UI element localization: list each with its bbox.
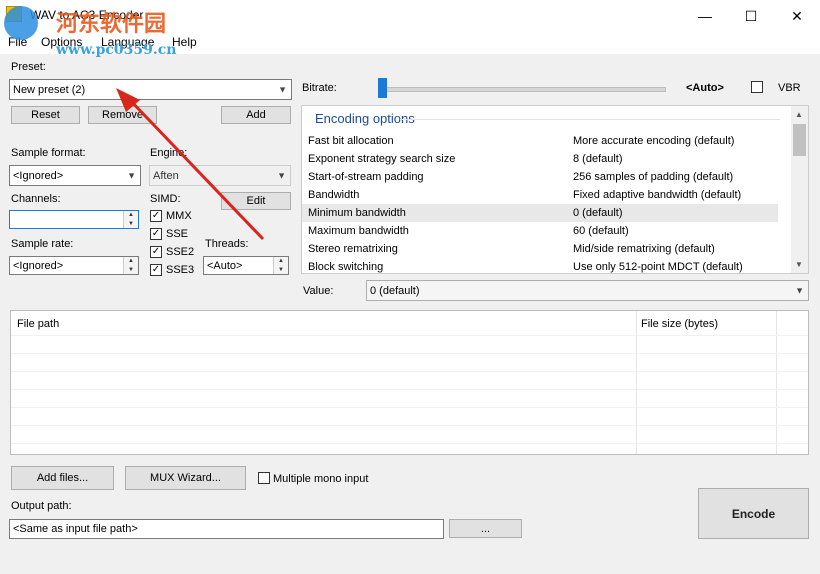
annotation-arrow [116, 88, 265, 241]
arrow-shaft [126, 96, 265, 241]
